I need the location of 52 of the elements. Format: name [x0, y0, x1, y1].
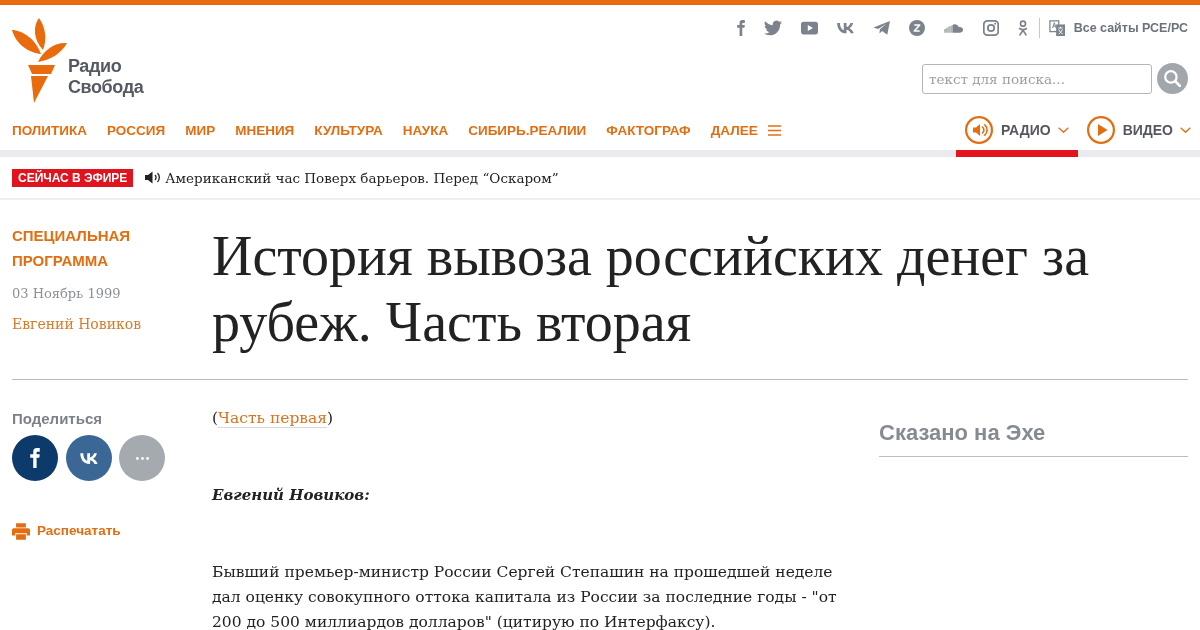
- speaker-name: Евгений Новиков:: [212, 485, 371, 506]
- telegram-icon[interactable]: [872, 20, 890, 36]
- speaker-circle-icon: [964, 116, 993, 144]
- article-paragraph: Бывший премьер-министр России Сергей Степашин на прошедшей неделе дал оценку совокупного оттока капитала из России за последние годы - "от 200 до 500 миллиардов долларов" (цитирую по Интерфаксу).: [212, 562, 838, 630]
- vk-share-button[interactable]: [65, 435, 112, 481]
- odnoklassniki-icon[interactable]: [1017, 20, 1028, 36]
- live-badge: СЕЙЧАС В ЭФИРЕ: [12, 168, 134, 187]
- search-button[interactable]: [1157, 63, 1188, 94]
- twitter-icon[interactable]: [763, 20, 782, 36]
- zen-icon[interactable]: [908, 20, 925, 36]
- nav-link[interactable]: ФАКТОГРАФ: [606, 122, 691, 138]
- nav-link[interactable]: МИР: [185, 122, 216, 138]
- facebook-share-button[interactable]: [12, 435, 58, 481]
- chevron-down-icon: [1180, 127, 1191, 133]
- nav-link[interactable]: МНЕНИЯ: [235, 122, 295, 138]
- part-one-link[interactable]: Часть первая: [218, 409, 328, 428]
- category-link[interactable]: СПЕЦИАЛЬНАЯ ПРОГРАММА: [12, 223, 212, 273]
- instagram-icon[interactable]: [982, 20, 999, 36]
- vk-icon: [79, 452, 98, 464]
- youtube-icon[interactable]: [800, 20, 818, 36]
- nav-link[interactable]: НАУКА: [402, 122, 449, 138]
- all-sites-link[interactable]: Все сайты РСЕ/РС: [1048, 20, 1188, 36]
- nav-link[interactable]: ПОЛИТИКА: [12, 122, 87, 138]
- facebook-icon[interactable]: [736, 20, 745, 36]
- vk-icon[interactable]: [836, 20, 854, 36]
- more-share-button[interactable]: [119, 435, 165, 481]
- media-tab[interactable]: ВИДЕО: [1077, 110, 1200, 157]
- nav-link[interactable]: СИБИРЬ.РЕАЛИИ: [468, 122, 587, 138]
- part-link-paragraph: (Часть первая): [212, 408, 335, 430]
- nav-link[interactable]: РОССИЯ: [107, 122, 166, 138]
- search-field[interactable]: текст для поиска...: [922, 63, 1152, 94]
- search-icon: [1164, 70, 1181, 87]
- ellipsis-icon: [135, 456, 149, 460]
- share-label: Поделиться: [12, 409, 104, 429]
- torch-icon: [12, 17, 68, 103]
- publish-date: 03 Ноябрь 1999: [12, 285, 121, 303]
- chevron-down-icon: [1057, 127, 1069, 133]
- speaker-icon: [145, 171, 162, 184]
- author-link[interactable]: Евгений Новиков: [12, 314, 142, 334]
- print-link[interactable]: Распечатать: [12, 521, 212, 541]
- menu-icon: [767, 124, 781, 136]
- facebook-icon: [30, 448, 40, 468]
- now-playing-link[interactable]: Американский час Поверх барьеров. Перед “Оскаром”: [165, 169, 559, 186]
- sidebar-heading: Сказано на Эхе: [879, 380, 1188, 457]
- nav-link[interactable]: КУЛЬТУРА: [314, 122, 383, 138]
- play-circle-icon: [1086, 116, 1115, 144]
- media-tab[interactable]: РАДИО: [955, 110, 1078, 157]
- printer-icon: [12, 522, 30, 540]
- translate-icon: [1048, 20, 1065, 36]
- logo-text: Радио Свобода: [68, 56, 144, 98]
- article-title: История вывоза российских денег за рубеж. Часть вторая: [212, 224, 1091, 355]
- more-menu-link[interactable]: ДАЛЕЕ: [710, 122, 781, 138]
